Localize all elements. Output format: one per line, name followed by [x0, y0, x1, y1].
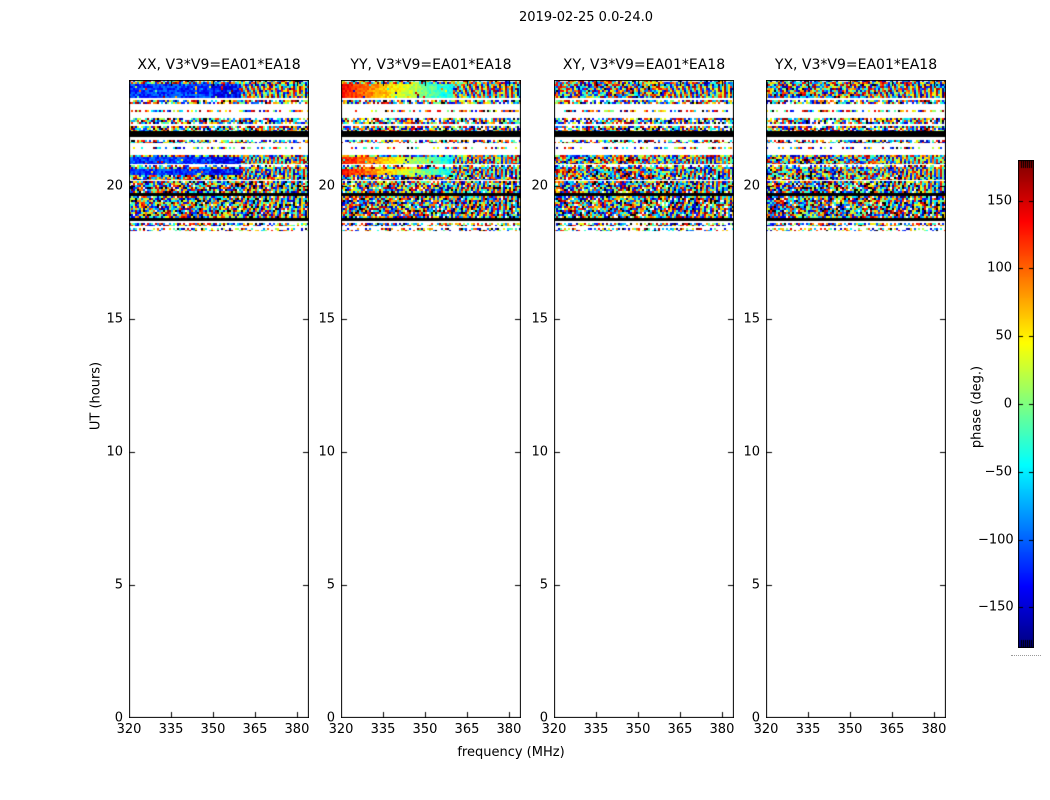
y-tick-label: 5 [751, 577, 760, 593]
colorbar-tick-label: −150 [978, 599, 1014, 615]
y-tick-label: 0 [539, 710, 548, 726]
y-tick-label: 15 [318, 311, 335, 327]
y-tick-label: 15 [531, 311, 548, 327]
figure-title: 2019-02-25 0.0-24.0 [519, 10, 653, 25]
heatmap-panel-yx [766, 80, 946, 718]
y-tick-label: 0 [326, 710, 335, 726]
panel-title-xx: XX, V3*V9=EA01*EA18 [137, 57, 301, 73]
x-tick-label: 335 [158, 722, 184, 737]
panel-title-xy: XY, V3*V9=EA01*EA18 [562, 57, 726, 73]
x-tick-label: 335 [583, 722, 609, 737]
y-tick-label: 10 [106, 444, 123, 460]
x-tick-label: 350 [625, 722, 651, 737]
x-tick-label: 350 [200, 722, 226, 737]
y-tick-label: 0 [114, 710, 123, 726]
panel-title-yx: YX, V3*V9=EA01*EA18 [774, 57, 938, 73]
panel-title-yy: YY, V3*V9=EA01*EA18 [350, 57, 512, 73]
heatmap-panel-xy [554, 80, 734, 718]
x-tick-label: 350 [837, 722, 863, 737]
y-tick-label: 20 [318, 178, 335, 194]
heatmap-panel-yy [341, 80, 521, 718]
colorbar-tick-label: 150 [987, 193, 1012, 209]
colorbar-tick-label: 50 [995, 328, 1012, 344]
x-tick-label: 335 [370, 722, 396, 737]
y-tick-label: 15 [743, 311, 760, 327]
colorbar-tick-label: −50 [984, 464, 1012, 480]
x-tick-label: 365 [667, 722, 693, 737]
y-tick-label: 10 [743, 444, 760, 460]
y-tick-label: 5 [539, 577, 548, 593]
x-tick-label: 365 [454, 722, 480, 737]
colorbar-tick-label: 100 [987, 260, 1012, 276]
x-tick-label: 350 [412, 722, 438, 737]
y-tick-label: 10 [531, 444, 548, 460]
y-tick-label: 20 [743, 178, 760, 194]
figure: 2019-02-25 0.0-24.0 XX, V3*V9=EA01*EA18 … [0, 0, 1050, 800]
y-tick-label: 5 [114, 577, 123, 593]
y-tick-label: 0 [751, 710, 760, 726]
y-tick-label: 15 [106, 311, 123, 327]
x-tick-label: 335 [795, 722, 821, 737]
x-tick-label: 365 [242, 722, 268, 737]
x-axis-label: frequency (MHz) [457, 745, 565, 760]
colorbar [1018, 160, 1034, 648]
y-axis-label: UT (hours) [88, 361, 104, 431]
colorbar-tick-label: −100 [978, 532, 1014, 548]
x-tick-label: 380 [921, 722, 947, 737]
heatmap-panel-xx [129, 80, 309, 718]
y-tick-label: 20 [106, 178, 123, 194]
y-tick-label: 20 [531, 178, 548, 194]
y-tick-label: 10 [318, 444, 335, 460]
colorbar-tick-label: 0 [1003, 396, 1012, 412]
y-tick-label: 5 [326, 577, 335, 593]
x-tick-label: 365 [879, 722, 905, 737]
colorbar-underflow-dots [1011, 655, 1041, 656]
